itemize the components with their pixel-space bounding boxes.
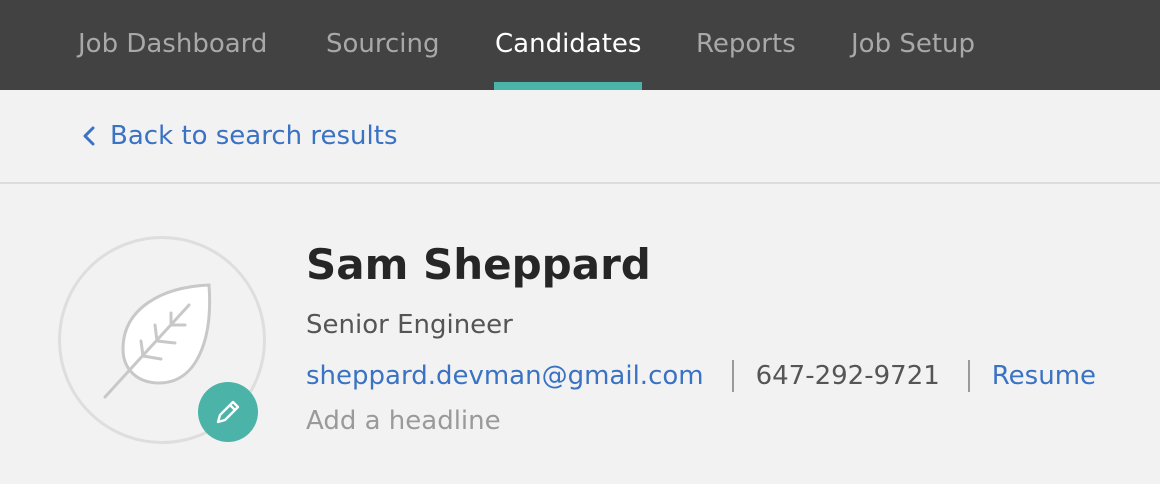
separator	[967, 360, 970, 392]
candidate-name: Sam Sheppard	[306, 240, 651, 289]
resume-link[interactable]: Resume	[992, 361, 1096, 391]
tab-sourcing[interactable]: Sourcing	[326, 0, 440, 90]
candidate-title: Senior Engineer	[306, 310, 513, 340]
contact-info: sheppard.devman@gmail.com 647-292-9721 R…	[306, 358, 1096, 394]
leaf-icon	[103, 283, 212, 399]
back-link-label: Back to search results	[110, 121, 398, 151]
chevron-left-icon	[83, 126, 95, 146]
phone-number: 647-292-9721	[755, 361, 940, 391]
back-to-search-link[interactable]: Back to search results	[80, 118, 398, 154]
tab-job-dashboard[interactable]: Job Dashboard	[78, 0, 267, 90]
pencil-icon	[216, 400, 240, 424]
active-tab-indicator	[494, 82, 642, 90]
tab-job-setup[interactable]: Job Setup	[851, 0, 975, 90]
email-link[interactable]: sheppard.devman@gmail.com	[306, 361, 704, 391]
tab-candidates[interactable]: Candidates	[495, 0, 641, 90]
tab-reports[interactable]: Reports	[696, 0, 796, 90]
top-navigation: Job Dashboard Sourcing Candidates Report…	[0, 0, 1160, 90]
edit-photo-button[interactable]	[198, 382, 258, 442]
section-divider	[0, 182, 1160, 184]
add-headline-field[interactable]: Add a headline	[306, 406, 501, 436]
separator	[731, 360, 734, 392]
